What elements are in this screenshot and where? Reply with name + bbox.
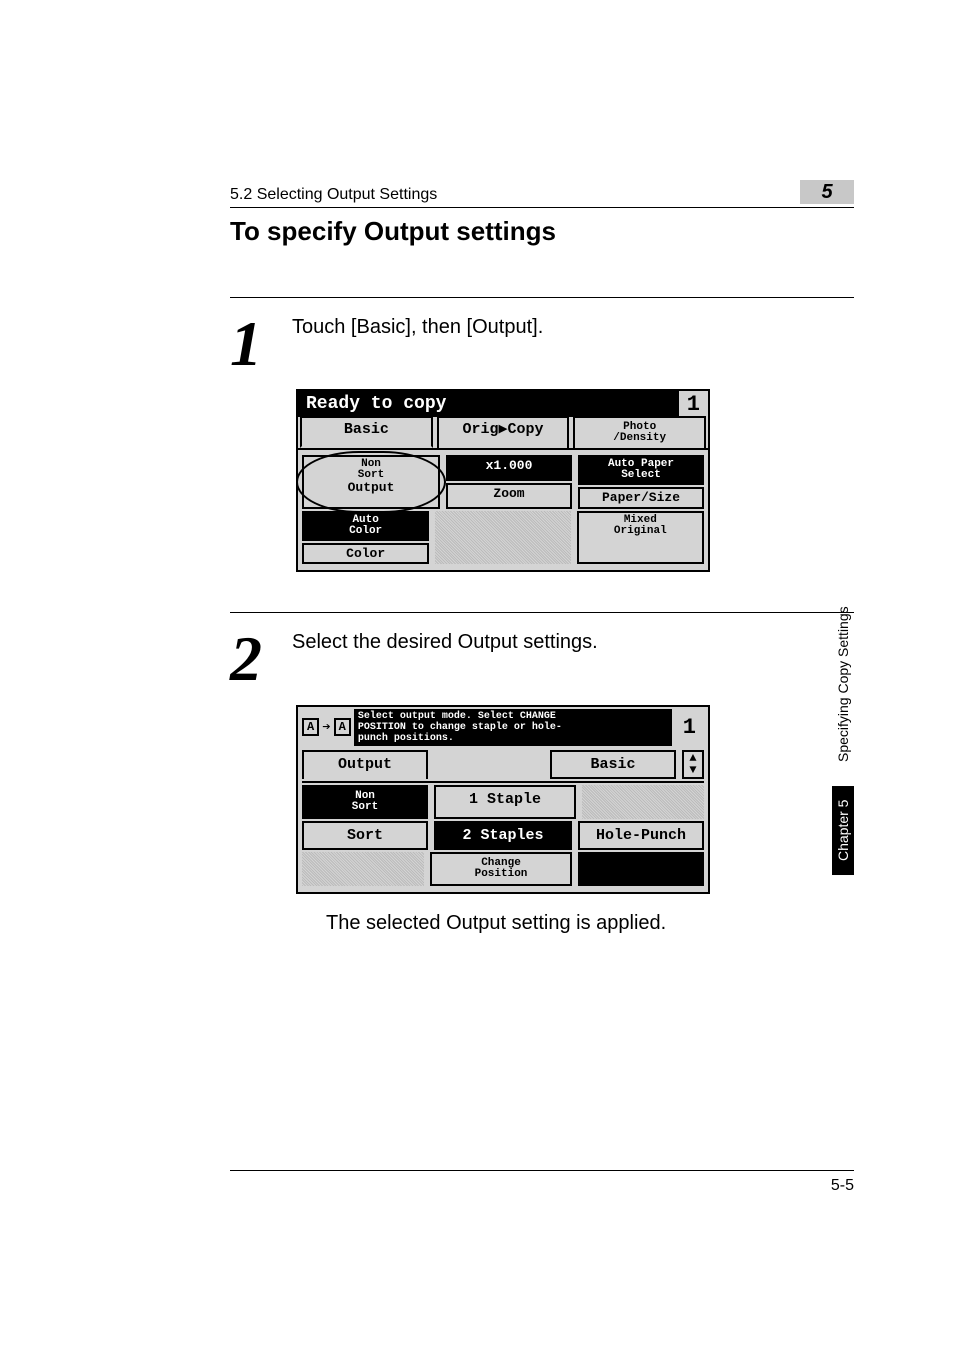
basic-button[interactable]: Basic xyxy=(550,750,676,779)
lcd-status: Ready to copy xyxy=(298,391,679,417)
tab-basic[interactable]: Basic xyxy=(300,416,433,448)
cell-sort[interactable]: Sort xyxy=(302,821,428,850)
cell-empty xyxy=(302,852,424,886)
tab-photo-density[interactable]: Photo /Density xyxy=(573,416,706,448)
output-label: Output xyxy=(308,481,434,494)
section-label: 5.2 Selecting Output Settings xyxy=(230,186,437,204)
cell-change-position[interactable]: Change Position xyxy=(430,852,572,886)
lcd-hint: Select output mode. Select CHANGE POSITI… xyxy=(354,709,672,746)
cell-x1000[interactable]: x1.000 xyxy=(446,455,572,481)
chapter-number-box: 5 xyxy=(800,180,854,204)
cell-hole-punch[interactable]: Hole-Punch xyxy=(578,821,704,850)
lcd-screenshot-basic: Ready to copy 1 Basic Orig▶Copy Photo /D… xyxy=(296,389,710,572)
lcd-count: 1 xyxy=(679,392,708,417)
nonsort-label: Non Sort xyxy=(308,459,434,481)
scroll-up-down[interactable]: ▲▼ xyxy=(682,750,704,779)
cell-non-sort[interactable]: Non Sort xyxy=(302,785,428,819)
page-number: 5-5 xyxy=(831,1177,854,1195)
orientation-icon: A xyxy=(302,718,319,736)
step-text: Select the desired Output settings. xyxy=(292,627,598,654)
step-number: 1 xyxy=(230,318,262,369)
cell-blank-selected[interactable] xyxy=(578,852,704,886)
side-title: Specifying Copy Settings xyxy=(832,600,854,768)
side-chapter: Chapter 5 xyxy=(832,786,854,875)
orientation-icon: A xyxy=(334,718,351,736)
cell-paper-size[interactable]: Paper/Size xyxy=(578,487,704,509)
step-result: The selected Output setting is applied. xyxy=(326,912,854,935)
side-tab: Chapter 5 Specifying Copy Settings xyxy=(832,600,854,875)
cell-2-staples[interactable]: 2 Staples xyxy=(434,821,572,850)
cell-color[interactable]: Color xyxy=(302,543,429,565)
cell-empty xyxy=(582,785,704,819)
tab-output[interactable]: Output xyxy=(302,750,428,779)
step-text: Touch [Basic], then [Output]. xyxy=(292,312,543,339)
cell-output-group[interactable]: Non Sort Output xyxy=(302,455,440,509)
tab-orig-copy[interactable]: Orig▶Copy xyxy=(437,416,570,448)
cell-auto-color[interactable]: Auto Color xyxy=(302,511,429,541)
arrow-icon: ➔ xyxy=(322,719,330,736)
cell-1-staple[interactable]: 1 Staple xyxy=(434,785,576,819)
cell-auto-paper[interactable]: Auto Paper Select xyxy=(578,455,704,485)
page-title: To specify Output settings xyxy=(230,216,854,247)
lcd-screenshot-output: A ➔ A Select output mode. Select CHANGE … xyxy=(296,705,710,894)
step-number: 2 xyxy=(230,633,262,684)
cell-zoom[interactable]: Zoom xyxy=(446,483,572,509)
cell-mixed-original[interactable]: Mixed Original xyxy=(577,511,704,565)
cell-empty xyxy=(435,511,570,565)
lcd-count: 1 xyxy=(675,715,704,740)
